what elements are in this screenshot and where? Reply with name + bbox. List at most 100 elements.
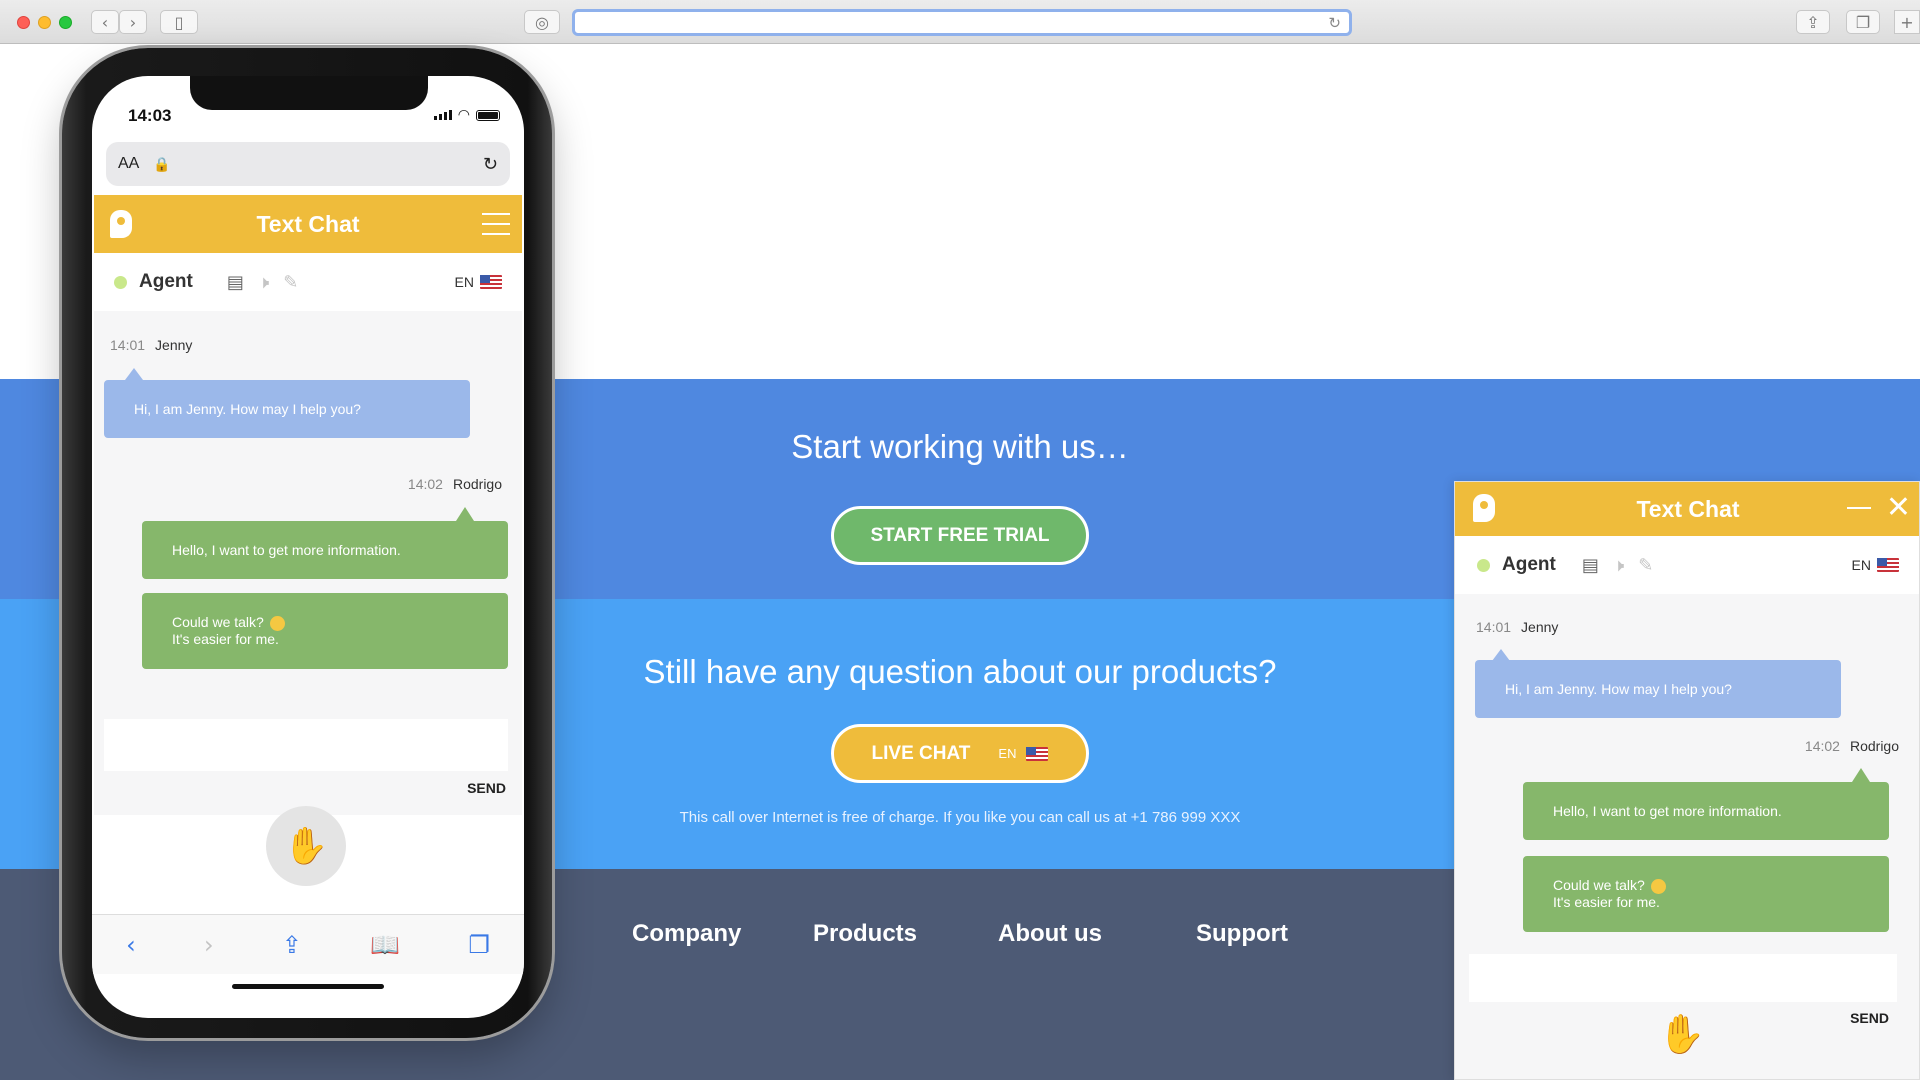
online-status-dot [1477, 558, 1490, 572]
mic-button[interactable]: ✋ [266, 806, 346, 886]
minimize-icon[interactable] [1847, 507, 1871, 509]
message-bubble-user: Could we talk? It's easier for me. [142, 593, 508, 669]
message-time: 14:02 [407, 476, 443, 492]
logo-icon [110, 210, 132, 238]
message-sender: Jenny [155, 337, 193, 353]
text-chat-icon[interactable]: ▤ [227, 272, 244, 293]
start-free-trial-button[interactable]: START FREE TRIAL [831, 506, 1089, 565]
sidebar-toggle-button[interactable]: ▯ [160, 10, 198, 34]
bubble-tail [1852, 768, 1870, 782]
text-chat-icon[interactable]: ▤ [1582, 555, 1599, 576]
minimize-window-button[interactable] [38, 16, 51, 29]
share-icon[interactable]: ⇪ [282, 931, 302, 959]
forward-icon[interactable]: › [204, 931, 214, 959]
chat-header: Text Chat [94, 195, 522, 253]
message-sender: Rodrigo [452, 476, 502, 492]
message-text: Hi, I am Jenny. How may I help you? [1505, 680, 1732, 697]
close-window-button[interactable] [17, 16, 30, 29]
language-label: EN [1851, 557, 1871, 573]
mic-muted-icon: ✋ [283, 826, 329, 867]
widget-title: Text Chat [1636, 495, 1740, 522]
mic-muted-icon[interactable]: ✎ [283, 272, 298, 293]
language-selector[interactable]: EN [455, 274, 502, 290]
chat-composer: SEND [94, 719, 522, 815]
chat-messages: 14:01 Jenny Hi, I am Jenny. How may I hel… [94, 311, 522, 719]
signal-icon [433, 110, 452, 120]
live-chat-button[interactable]: LIVE CHAT EN [831, 724, 1089, 783]
back-button[interactable]: ‹ [91, 10, 119, 34]
message-time: 14:01 [1476, 619, 1512, 635]
chevron-right-icon: › [129, 12, 137, 32]
message-bubble-agent: Hi, I am Jenny. How may I help you? [104, 380, 470, 438]
live-chat-label: LIVE CHAT [871, 742, 971, 764]
text-size-button[interactable]: AA [118, 155, 139, 173]
home-indicator [232, 984, 384, 989]
message-text: It's easier for me. [1553, 894, 1660, 910]
online-status-dot [114, 275, 127, 289]
message-input[interactable] [104, 719, 508, 771]
agent-bar: Agent ▤ 🕨 ✎ EN [1455, 536, 1919, 594]
us-flag-icon [480, 275, 502, 289]
message-meta: 14:01 Jenny [1476, 619, 1558, 635]
address-bar[interactable]: ↻ [572, 9, 1352, 36]
share-icon: ⇪ [1806, 12, 1820, 32]
zoom-window-button[interactable] [59, 16, 72, 29]
mobile-address-bar[interactable]: AA 🔒 ↻ [106, 142, 510, 186]
tabs-button[interactable]: ❐ [1846, 10, 1880, 34]
share-button[interactable]: ⇪ [1796, 10, 1830, 34]
logo-icon [1473, 494, 1495, 522]
widget-header: Text Chat ✕ [1455, 482, 1919, 536]
tabs-icon[interactable]: ❐ [468, 931, 490, 959]
language-label: EN [454, 274, 474, 290]
wifi-icon: ◠ [457, 107, 470, 123]
reload-icon[interactable]: ↻ [1328, 14, 1341, 32]
language-selector[interactable]: EN [1852, 557, 1899, 573]
back-icon[interactable]: ‹ [126, 931, 136, 959]
new-tab-button[interactable]: + [1894, 10, 1920, 34]
message-meta: 14:02 Rodrigo [1805, 738, 1899, 754]
message-bubble-user: Hello, I want to get more information. [142, 521, 508, 579]
message-text: Could we talk? [172, 614, 264, 630]
footer-link-products[interactable]: Products [813, 920, 917, 948]
bubble-tail [125, 368, 143, 380]
bubble-tail [456, 507, 474, 521]
agent-label: Agent [139, 271, 193, 292]
message-sender: Jenny [1521, 619, 1559, 635]
send-button[interactable]: SEND [467, 780, 506, 796]
smile-emoji-icon [269, 615, 285, 631]
mic-muted-icon[interactable]: ✋ [1658, 1012, 1705, 1057]
agent-bar: Agent ▤ 🕨 ✎ EN [94, 253, 522, 311]
message-sender: Rodrigo [1849, 738, 1899, 754]
phone-notch [190, 76, 428, 110]
sidebar-icon: ▯ [174, 12, 184, 32]
speaker-muted-icon[interactable]: 🕨 [258, 272, 269, 293]
footer-link-company[interactable]: Company [632, 920, 741, 948]
message-meta: 14:01 Jenny [110, 337, 192, 353]
message-text: Hello, I want to get more information. [172, 541, 401, 558]
speaker-muted-icon[interactable]: 🕨 [1613, 555, 1624, 576]
status-icons: ◠ [433, 107, 500, 123]
reader-button[interactable]: ◎ [524, 10, 560, 34]
menu-icon[interactable] [482, 213, 510, 235]
status-time: 14:03 [128, 106, 172, 125]
reader-icon: ◎ [535, 12, 549, 32]
bookmarks-icon[interactable]: 📖 [370, 931, 400, 959]
message-time: 14:02 [1804, 738, 1840, 754]
send-button[interactable]: SEND [1850, 1010, 1889, 1026]
message-text: Could we talk? [1553, 877, 1645, 893]
forward-button[interactable]: › [119, 10, 147, 34]
message-bubble-user: Could we talk? It's easier for me. [1523, 856, 1889, 932]
us-flag-icon [1877, 558, 1899, 572]
live-chat-lang: EN [998, 746, 1017, 761]
mobile-toolbar: ‹ › ⇪ 📖 ❐ [92, 914, 524, 974]
footer-link-about[interactable]: About us [998, 920, 1102, 948]
mic-muted-icon[interactable]: ✎ [1638, 555, 1653, 576]
message-bubble-user: Hello, I want to get more information. [1523, 782, 1889, 840]
message-text: It's easier for me. [172, 631, 279, 647]
agent-label: Agent [1502, 554, 1556, 575]
close-icon[interactable]: ✕ [1886, 490, 1911, 525]
reload-icon[interactable]: ↻ [483, 154, 498, 175]
message-input[interactable] [1469, 954, 1897, 1002]
browser-toolbar: ‹ › ▯ ◎ ↻ ⇪ ❐ + [0, 0, 1920, 44]
footer-link-support[interactable]: Support [1196, 920, 1288, 948]
